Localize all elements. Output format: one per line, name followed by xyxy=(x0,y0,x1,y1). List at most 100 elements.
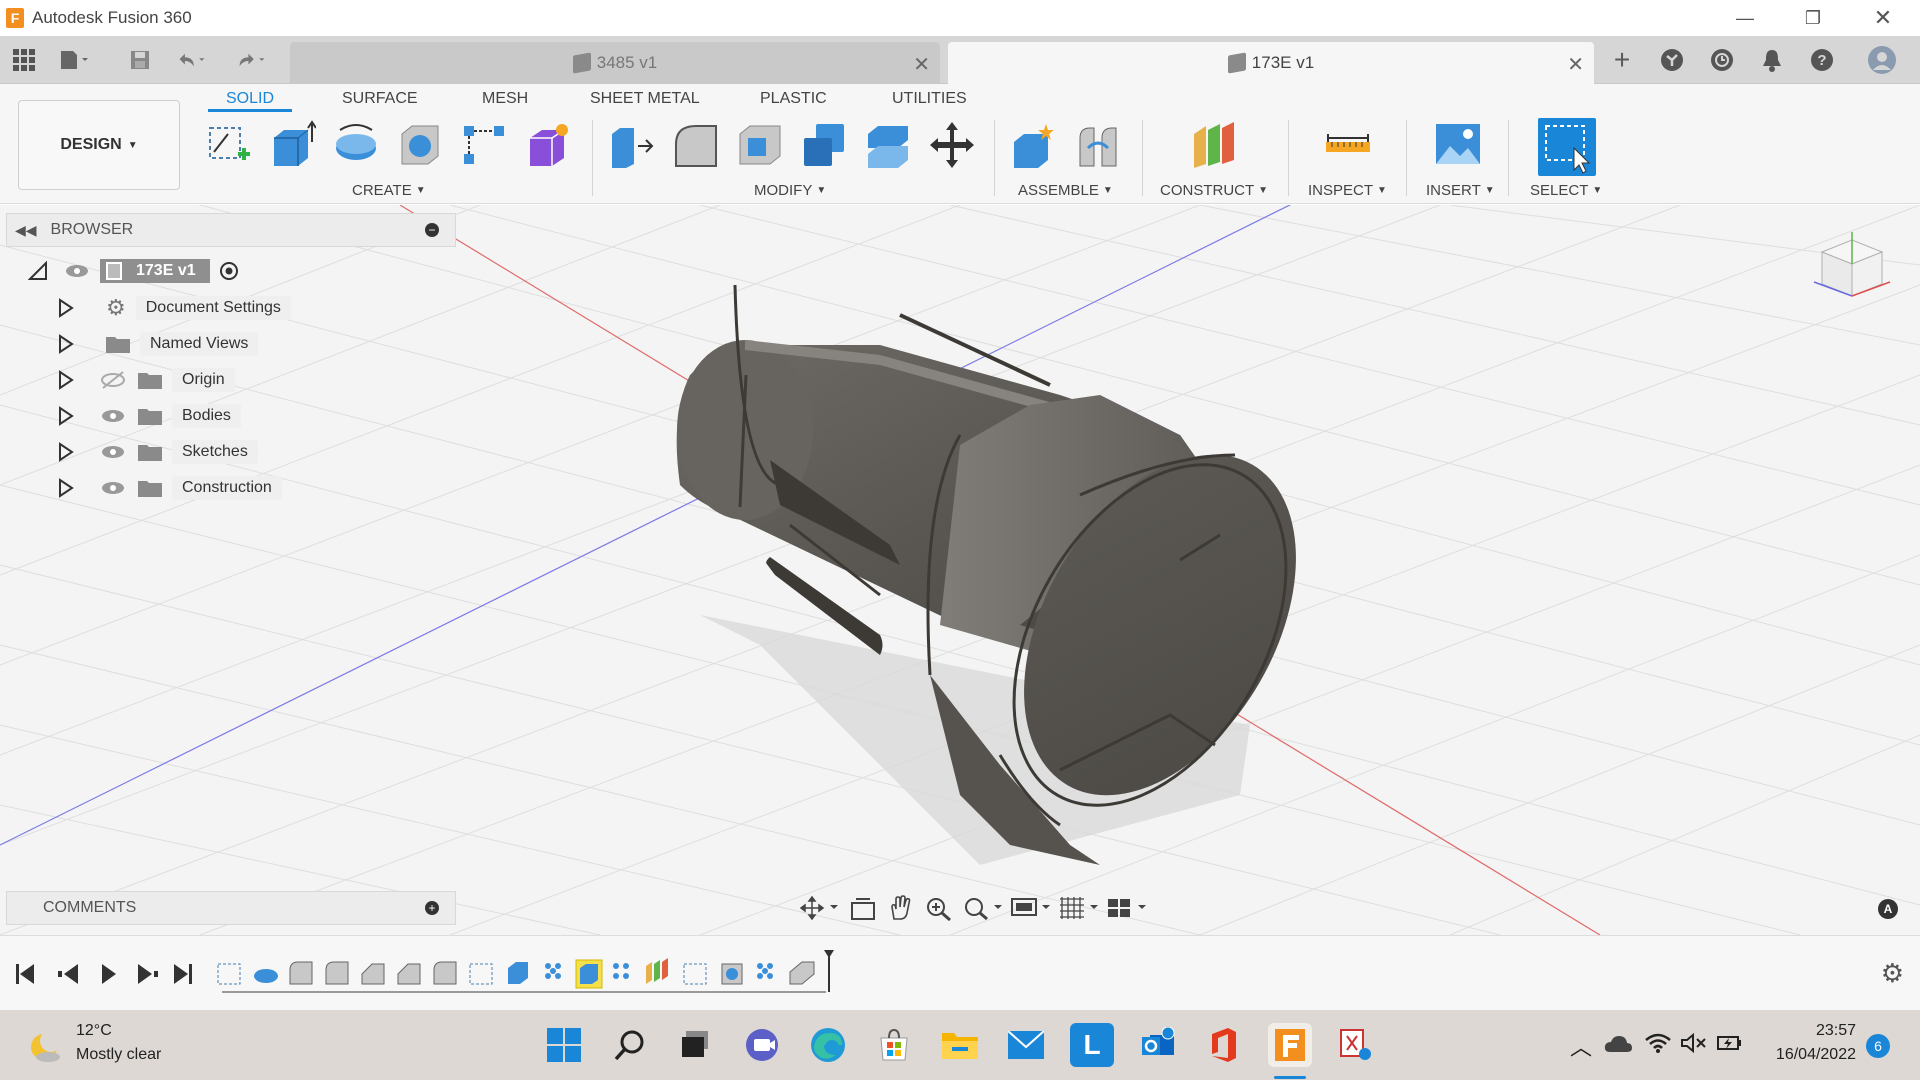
timeline-settings-gear-icon[interactable]: ⚙ xyxy=(1881,958,1904,989)
comments-panel-header[interactable]: COMMENTS + xyxy=(6,891,456,925)
close-tab-icon[interactable]: ✕ xyxy=(913,52,930,77)
revolve-icon[interactable] xyxy=(332,120,380,170)
edge-browser-icon[interactable] xyxy=(806,1023,850,1067)
weather-moon-icon[interactable] xyxy=(26,1027,66,1067)
tab-3485[interactable]: 3485 v1 ✕ xyxy=(290,42,940,84)
office-icon[interactable] xyxy=(1202,1023,1246,1067)
fusion-360-taskbar-icon[interactable] xyxy=(1268,1023,1312,1067)
weather-desc[interactable]: Mostly clear xyxy=(76,1046,161,1064)
new-tab-icon[interactable]: + xyxy=(1606,44,1638,76)
eye-hidden-icon[interactable] xyxy=(100,370,126,390)
restore-button[interactable]: ❐ xyxy=(1784,0,1842,36)
tab-sheet-metal[interactable]: SHEET METAL xyxy=(590,90,700,112)
tab-plastic[interactable]: PLASTIC xyxy=(760,90,827,112)
browser-item-named-views[interactable]: Named Views xyxy=(58,329,259,359)
select-menu[interactable]: SELECT ▼ xyxy=(1530,182,1602,199)
extrude-icon[interactable] xyxy=(268,120,317,170)
orbit-icon[interactable] xyxy=(800,895,840,921)
offset-face-icon[interactable] xyxy=(864,120,912,170)
tab-utilities[interactable]: UTILITIES xyxy=(892,90,967,112)
browser-item-bodies[interactable]: Bodies xyxy=(58,401,241,431)
timeline-features[interactable] xyxy=(214,948,854,998)
close-window-button[interactable]: ✕ xyxy=(1854,0,1912,36)
autodesk-assistant-icon[interactable]: A xyxy=(1878,899,1898,919)
view-cube[interactable] xyxy=(1810,230,1895,300)
inspect-menu[interactable]: INSPECT ▼ xyxy=(1308,182,1387,199)
eye-icon[interactable] xyxy=(64,261,90,281)
job-status-icon[interactable] xyxy=(1706,44,1738,76)
add-comment-icon[interactable]: + xyxy=(425,901,439,915)
construct-menu[interactable]: CONSTRUCT ▼ xyxy=(1160,182,1268,199)
extensions-icon[interactable] xyxy=(1656,44,1688,76)
offset-plane-icon[interactable] xyxy=(1190,120,1238,170)
assemble-menu[interactable]: ASSEMBLE ▼ xyxy=(1018,182,1113,199)
teams-chat-icon[interactable] xyxy=(740,1023,784,1067)
activate-radio-icon[interactable] xyxy=(218,260,240,282)
notifications-icon[interactable] xyxy=(1756,44,1788,76)
expand-triangle-icon[interactable] xyxy=(58,478,74,498)
grid-snaps-icon[interactable] xyxy=(1058,895,1100,921)
eye-icon[interactable] xyxy=(100,478,126,498)
clock-date[interactable]: 16/04/2022 xyxy=(1756,1046,1856,1064)
workspace-switcher[interactable]: DESIGN ▼ xyxy=(18,100,180,190)
pan-hand-icon[interactable] xyxy=(886,895,916,921)
insert-menu[interactable]: INSERT ▼ xyxy=(1426,182,1495,199)
show-hidden-icons-chevron[interactable]: ︿ xyxy=(1570,1030,1592,1062)
browser-item-origin[interactable]: Origin xyxy=(58,365,235,395)
expand-triangle-icon[interactable] xyxy=(58,298,74,318)
select-icon[interactable] xyxy=(1538,118,1596,176)
tab-173e[interactable]: 173E v1 ✕ xyxy=(948,42,1594,84)
expand-triangle-icon[interactable] xyxy=(58,406,74,426)
rectangular-pattern-icon[interactable] xyxy=(460,120,508,170)
minimize-button[interactable]: — xyxy=(1716,0,1774,36)
fillet-icon[interactable] xyxy=(672,120,720,170)
new-component-icon[interactable] xyxy=(1010,120,1058,170)
microsoft-store-icon[interactable] xyxy=(872,1023,916,1067)
combine-icon[interactable] xyxy=(800,120,848,170)
start-windows-icon[interactable] xyxy=(542,1023,586,1067)
mail-icon[interactable] xyxy=(1004,1023,1048,1067)
collet-model[interactable] xyxy=(676,284,1352,865)
expand-triangle-icon[interactable] xyxy=(58,334,74,354)
minimize-panel-icon[interactable]: − xyxy=(425,223,439,237)
battery-charging-icon[interactable] xyxy=(1716,1032,1744,1054)
tab-mesh[interactable]: MESH xyxy=(482,90,528,112)
tab-surface[interactable]: SURFACE xyxy=(342,90,418,112)
onedrive-cloud-icon[interactable] xyxy=(1604,1034,1632,1054)
expand-triangle-icon[interactable] xyxy=(58,442,74,462)
notification-badge[interactable]: 6 xyxy=(1866,1034,1890,1058)
create-sketch-icon[interactable] xyxy=(204,120,252,170)
display-settings-icon[interactable] xyxy=(1010,895,1052,921)
browser-item-construction[interactable]: Construction xyxy=(58,473,282,503)
move-copy-icon[interactable] xyxy=(928,120,976,170)
help-icon[interactable]: ? xyxy=(1806,44,1838,76)
file-explorer-icon[interactable] xyxy=(938,1023,982,1067)
undo-icon[interactable] xyxy=(176,44,208,76)
task-view-icon[interactable] xyxy=(674,1023,718,1067)
profile-icon[interactable] xyxy=(1866,44,1898,76)
search-icon[interactable] xyxy=(608,1023,652,1067)
insert-image-icon[interactable] xyxy=(1434,120,1482,170)
collapse-browser-icon[interactable]: ◀◀ xyxy=(15,222,37,239)
redo-icon[interactable] xyxy=(236,44,268,76)
zoom-icon[interactable] xyxy=(924,895,954,921)
browser-panel-header[interactable]: ◀◀ BROWSER − xyxy=(6,213,456,247)
hole-icon[interactable] xyxy=(396,120,444,170)
expand-triangle-icon[interactable] xyxy=(58,370,74,390)
collapse-triangle-icon[interactable] xyxy=(28,261,48,281)
snipping-tool-icon[interactable] xyxy=(1334,1023,1378,1067)
create-form-icon[interactable] xyxy=(524,120,572,170)
app-l-icon[interactable]: L xyxy=(1070,1023,1114,1067)
create-menu[interactable]: CREATE ▼ xyxy=(352,182,426,199)
close-tab-icon[interactable]: ✕ xyxy=(1567,52,1584,77)
viewports-icon[interactable] xyxy=(1106,895,1148,921)
measure-icon[interactable] xyxy=(1324,120,1372,170)
file-icon[interactable] xyxy=(58,44,90,76)
browser-item-sketches[interactable]: Sketches xyxy=(58,437,258,467)
eye-icon[interactable] xyxy=(100,406,126,426)
tab-solid[interactable]: SOLID xyxy=(208,90,293,112)
browser-root-row[interactable]: 173E v1 xyxy=(28,256,240,286)
press-pull-icon[interactable] xyxy=(608,120,656,170)
speaker-muted-icon[interactable] xyxy=(1680,1032,1708,1054)
weather-temp[interactable]: 12°C xyxy=(76,1022,112,1040)
